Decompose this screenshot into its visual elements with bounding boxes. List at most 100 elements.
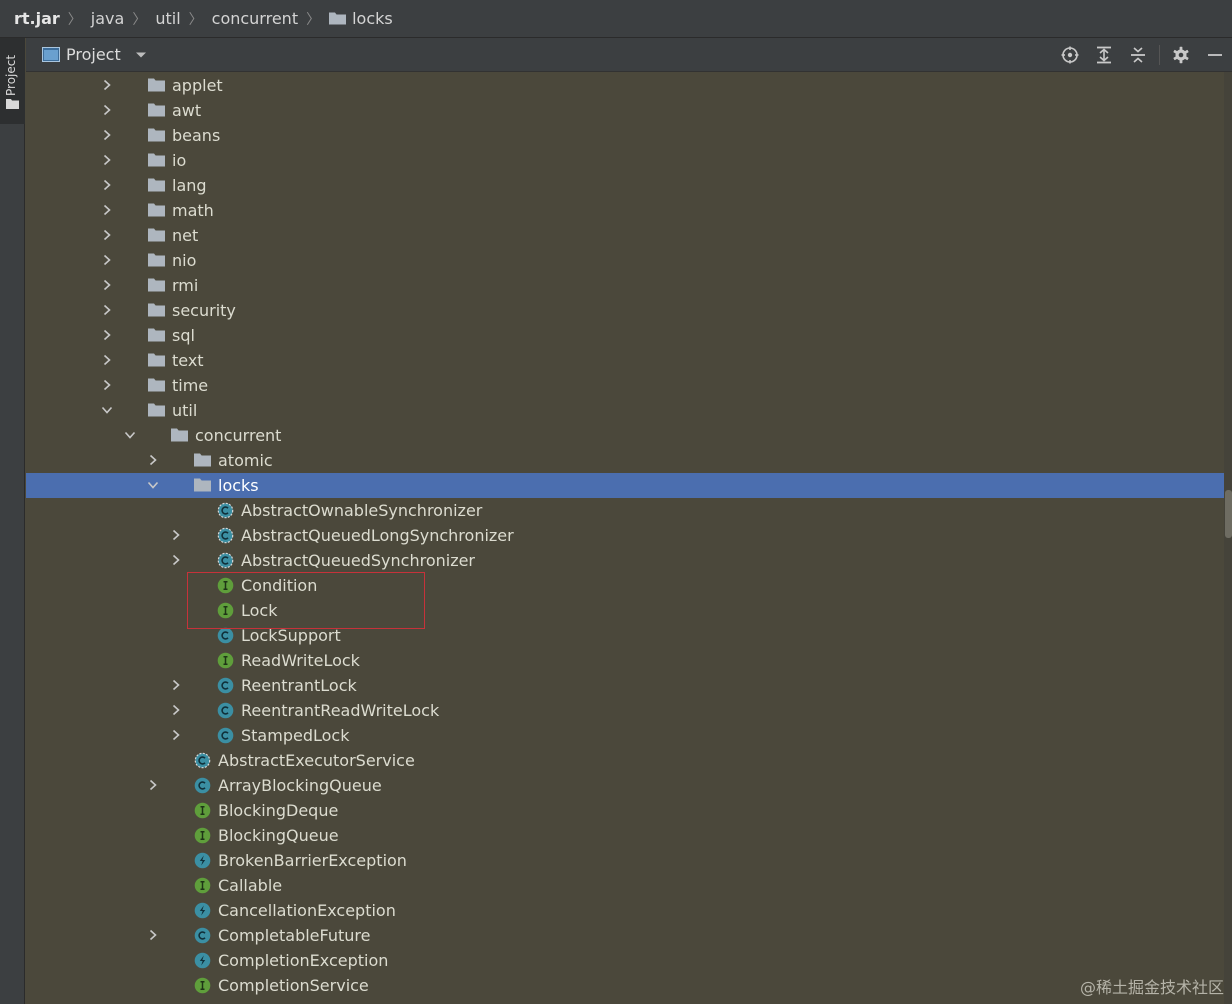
tree-item-label: awt [172, 101, 202, 120]
class-icon [217, 702, 234, 719]
tree-item-reentrant-read-write-lock[interactable]: ReentrantReadWriteLock [26, 698, 1224, 723]
expand-all-button[interactable] [1087, 38, 1121, 71]
tree-item-math[interactable]: math [26, 198, 1224, 223]
breadcrumb-item-java[interactable]: java [91, 9, 125, 28]
tree-item-label: CompletableFuture [218, 926, 371, 945]
chevron-right-icon[interactable] [101, 329, 113, 341]
chevron-right-icon[interactable] [170, 679, 182, 691]
breadcrumb-separator: 〉 [306, 11, 321, 28]
tree-item-condition[interactable]: Condition [26, 573, 1224, 598]
tree-item-atomic[interactable]: atomic [26, 448, 1224, 473]
gear-icon [1173, 46, 1189, 63]
project-tree[interactable]: applet awt beans io lang math net nio rmi securit… [26, 72, 1224, 1004]
tree-item-callable[interactable]: Callable [26, 873, 1224, 898]
abstract-class-icon [217, 552, 234, 569]
chevron-down-icon[interactable] [101, 404, 113, 416]
tree-item-applet[interactable]: applet [26, 73, 1224, 98]
tree-item-abstract-queued-synchronizer[interactable]: AbstractQueuedSynchronizer [26, 548, 1224, 573]
chevron-right-icon[interactable] [147, 454, 159, 466]
collapse-all-button[interactable] [1121, 38, 1155, 71]
tree-item-concurrent[interactable]: concurrent [26, 423, 1224, 448]
chevron-right-icon[interactable] [101, 254, 113, 266]
chevron-down-icon[interactable] [135, 51, 147, 59]
tree-item-io[interactable]: io [26, 148, 1224, 173]
folder-icon [148, 103, 165, 117]
minimize-icon [1208, 53, 1222, 56]
tree-item-array-blocking-queue[interactable]: ArrayBlockingQueue [26, 773, 1224, 798]
tree-item-label: ArrayBlockingQueue [218, 776, 382, 795]
tree-item-beans[interactable]: beans [26, 123, 1224, 148]
tree-item-lock[interactable]: Lock [26, 598, 1224, 623]
chevron-right-icon[interactable] [101, 204, 113, 216]
folder-icon [148, 203, 165, 217]
chevron-right-icon[interactable] [170, 704, 182, 716]
tree-item-abstract-queued-long-synchronizer[interactable]: AbstractQueuedLongSynchronizer [26, 523, 1224, 548]
tree-item-read-write-lock[interactable]: ReadWriteLock [26, 648, 1224, 673]
chevron-right-icon[interactable] [170, 729, 182, 741]
breadcrumb-label: concurrent [211, 9, 299, 28]
tree-item-lock-support[interactable]: LockSupport [26, 623, 1224, 648]
tree-item-rmi[interactable]: rmi [26, 273, 1224, 298]
tree-item-label: BlockingQueue [218, 826, 339, 845]
tree-item-stamped-lock[interactable]: StampedLock [26, 723, 1224, 748]
scrollbar-thumb[interactable] [1225, 490, 1232, 538]
chevron-right-icon[interactable] [101, 179, 113, 191]
tree-item-label: util [172, 401, 198, 420]
tree-item-nio[interactable]: nio [26, 248, 1224, 273]
chevron-right-icon[interactable] [101, 354, 113, 366]
interface-icon [194, 827, 211, 844]
chevron-right-icon[interactable] [101, 79, 113, 91]
locate-button[interactable] [1053, 38, 1087, 71]
tree-item-lang[interactable]: lang [26, 173, 1224, 198]
breadcrumb-item-locks[interactable]: locks [329, 9, 393, 28]
chevron-right-icon[interactable] [170, 554, 182, 566]
tree-item-reentrant-lock[interactable]: ReentrantLock [26, 673, 1224, 698]
chevron-down-icon[interactable] [124, 429, 136, 441]
chevron-right-icon[interactable] [101, 379, 113, 391]
chevron-right-icon[interactable] [101, 279, 113, 291]
project-view-selector[interactable]: Project [42, 45, 147, 64]
tree-item-completable-future[interactable]: CompletableFuture [26, 923, 1224, 948]
interface-icon [217, 602, 234, 619]
breadcrumb-item-util[interactable]: util [155, 9, 180, 28]
chevron-right-icon[interactable] [101, 154, 113, 166]
chevron-right-icon[interactable] [101, 229, 113, 241]
tree-item-completion-service[interactable]: CompletionService [26, 973, 1224, 998]
chevron-down-icon[interactable] [147, 479, 159, 491]
folder-icon [329, 12, 347, 25]
tree-item-time[interactable]: time [26, 373, 1224, 398]
project-side-tab[interactable]: Project [0, 38, 25, 124]
tree-item-abstract-executor-service[interactable]: AbstractExecutorService [26, 748, 1224, 773]
chevron-right-icon[interactable] [101, 304, 113, 316]
tree-item-blocking-deque[interactable]: BlockingDeque [26, 798, 1224, 823]
breadcrumb-item-rt-jar[interactable]: rt.jar [14, 9, 60, 28]
tree-item-text[interactable]: text [26, 348, 1224, 373]
breadcrumb-separator: 〉 [67, 11, 82, 28]
tree-item-awt[interactable]: awt [26, 98, 1224, 123]
chevron-right-icon[interactable] [101, 104, 113, 116]
tree-item-abstract-ownable-synchronizer[interactable]: AbstractOwnableSynchronizer [26, 498, 1224, 523]
breadcrumb-item-concurrent[interactable]: concurrent [212, 9, 298, 28]
tree-item-label: LockSupport [241, 626, 341, 645]
chevron-right-icon[interactable] [147, 929, 159, 941]
breadcrumb-separator: 〉 [132, 11, 147, 28]
chevron-right-icon[interactable] [101, 129, 113, 141]
tree-item-sql[interactable]: sql [26, 323, 1224, 348]
tree-item-label: applet [172, 76, 223, 95]
chevron-right-icon[interactable] [170, 529, 182, 541]
folder-icon [148, 278, 165, 292]
settings-button[interactable] [1164, 38, 1198, 71]
folder-icon [148, 353, 165, 367]
tree-item-blocking-queue[interactable]: BlockingQueue [26, 823, 1224, 848]
tree-item-broken-barrier-exception[interactable]: BrokenBarrierException [26, 848, 1224, 873]
tree-item-label: concurrent [195, 426, 282, 445]
tree-item-security[interactable]: security [26, 298, 1224, 323]
tree-item-util[interactable]: util [26, 398, 1224, 423]
tree-item-net[interactable]: net [26, 223, 1224, 248]
tree-item-completion-exception[interactable]: CompletionException [26, 948, 1224, 973]
hide-button[interactable] [1198, 38, 1232, 71]
chevron-right-icon[interactable] [147, 779, 159, 791]
tree-item-locks[interactable]: locks [26, 473, 1224, 498]
tree-item-cancellation-exception[interactable]: CancellationException [26, 898, 1224, 923]
vertical-scrollbar[interactable] [1224, 72, 1232, 1004]
